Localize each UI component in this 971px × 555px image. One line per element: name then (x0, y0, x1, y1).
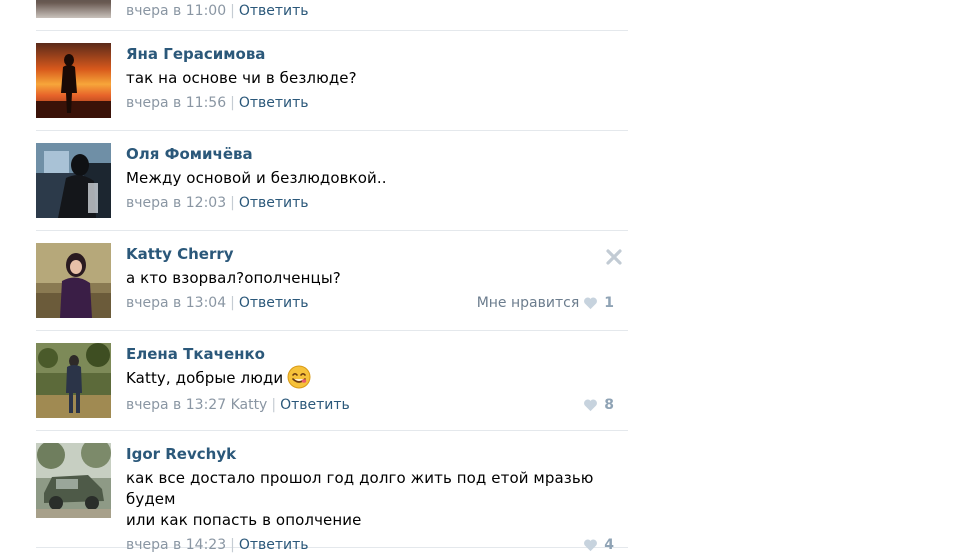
heart-icon[interactable] (583, 398, 598, 412)
reply-link[interactable]: Ответить (239, 95, 309, 111)
separator: | (230, 537, 235, 553)
comment-time[interactable]: вчера в 11:00 (126, 3, 226, 19)
comment-time[interactable]: вчера в 13:27 (126, 397, 226, 413)
avatar[interactable] (36, 443, 111, 518)
reply-link[interactable]: Ответить (239, 195, 309, 211)
comment-time[interactable]: вчера в 13:04 (126, 295, 226, 311)
comment-author[interactable]: Елена Ткаченко (126, 344, 265, 364)
comment-meta: вчера в 12:03 | Ответить (126, 193, 620, 213)
avatar[interactable] (36, 143, 111, 218)
reply-to[interactable]: Katty (231, 397, 268, 413)
comment-content: Оля Фомичёва Между основой и безлюдовкой… (126, 144, 620, 213)
comment-item: Оля Фомичёва Между основой и безлюдовкой… (36, 131, 628, 231)
comment-content: Яна Герасимова так на основе чи в безлюд… (126, 44, 620, 113)
comment-author[interactable]: Яна Герасимова (126, 44, 265, 64)
separator: | (230, 3, 235, 19)
comment-text-body: Katty, добрые люди (126, 369, 284, 387)
comment-text: а кто взорвал?ополченцы? (126, 269, 341, 287)
comment-meta: вчера в 13:27 Katty | Ответить 8 (126, 395, 620, 415)
comment-content: Igor Revchyk как все достало прошол год … (126, 444, 620, 555)
comment-content: Елена Ткаченко Katty, добрые люди вчера … (126, 344, 620, 415)
comment-meta: вчера в 14:23 | Ответить 4 (126, 535, 620, 555)
like-count: 1 (604, 295, 614, 311)
like-label[interactable]: Мне нравится (477, 293, 580, 313)
reply-link[interactable]: Ответить (280, 397, 350, 413)
separator: | (230, 295, 235, 311)
comment-text: так на основе чи в безлюде? (126, 69, 357, 87)
like-count: 4 (604, 537, 614, 553)
heart-icon[interactable] (583, 296, 598, 310)
close-icon[interactable] (606, 249, 622, 265)
comment-content: Katty Cherry а кто взорвал?ополченцы? вч… (126, 244, 620, 313)
comment-author[interactable]: Igor Revchyk (126, 444, 236, 464)
comment-text-line: как все достало прошол год долго жить по… (126, 469, 594, 508)
comment-author[interactable]: Katty Cherry (126, 244, 234, 264)
avatar[interactable] (36, 343, 111, 418)
like-button[interactable]: 8 (583, 395, 614, 415)
comment-meta: вчера в 11:00 | Ответить (126, 1, 309, 21)
comment-text-line: или как попасть в ополчение (126, 511, 362, 529)
comment-item: Igor Revchyk как все достало прошол год … (36, 431, 628, 553)
comment-item: Яна Герасимова так на основе чи в безлюд… (36, 31, 628, 131)
like-button[interactable]: Мне нравится 1 (477, 293, 614, 313)
comment-item: Katty Cherry а кто взорвал?ополченцы? вч… (36, 231, 628, 331)
comment-partial: вчера в 11:00 | Ответить (36, 0, 628, 31)
reply-link[interactable]: Ответить (239, 3, 309, 19)
like-count: 8 (604, 397, 614, 413)
separator: | (271, 397, 277, 413)
reply-link[interactable]: Ответить (239, 295, 309, 311)
avatar[interactable] (36, 43, 111, 118)
reply-link[interactable]: Ответить (239, 537, 309, 553)
like-button[interactable]: 4 (583, 535, 614, 555)
separator: | (230, 95, 235, 111)
avatar[interactable] (36, 243, 111, 318)
comment-time[interactable]: вчера в 11:56 (126, 95, 226, 111)
comment-time[interactable]: вчера в 14:23 (126, 537, 226, 553)
smiley-icon (287, 365, 311, 388)
separator: | (230, 195, 235, 211)
comment-time[interactable]: вчера в 12:03 (126, 195, 226, 211)
comment-item: Елена Ткаченко Katty, добрые люди вчера … (36, 331, 628, 431)
comment-text: Katty, добрые люди (126, 365, 620, 392)
comment-text: как все достало прошол год долго жить по… (126, 468, 620, 531)
comment-meta: вчера в 11:56 | Ответить (126, 93, 620, 113)
avatar[interactable] (36, 0, 111, 18)
comment-meta: вчера в 13:04 | Ответить Мне нравится 1 (126, 293, 620, 313)
comment-author[interactable]: Оля Фомичёва (126, 144, 253, 164)
comment-text: Между основой и безлюдовкой.. (126, 169, 387, 187)
